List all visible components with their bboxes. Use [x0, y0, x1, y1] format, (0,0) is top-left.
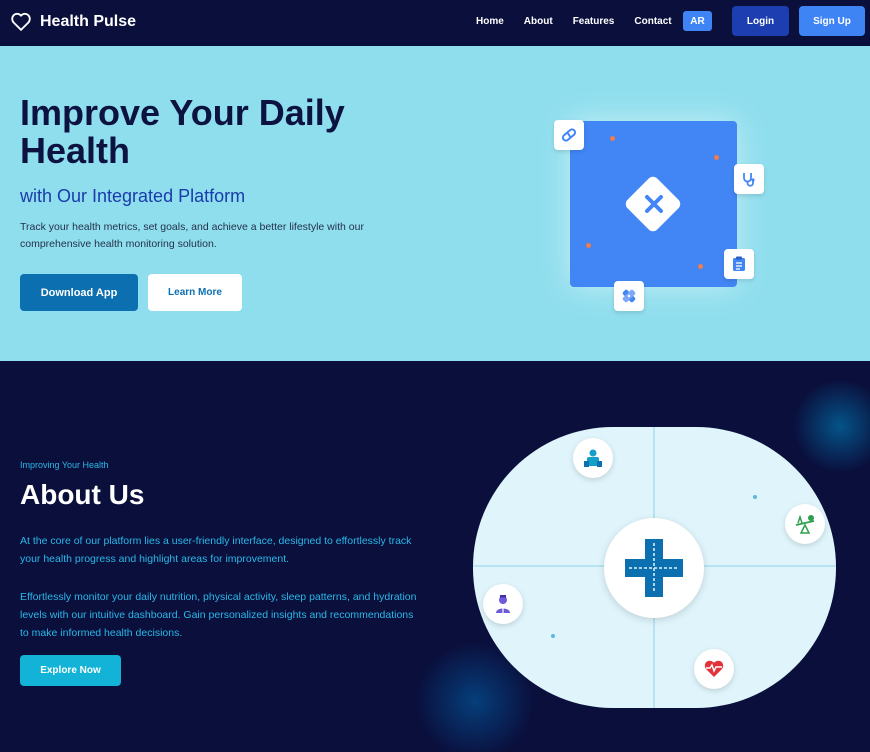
decor-dot	[714, 155, 719, 160]
brand-logo[interactable]: Health Pulse	[10, 11, 136, 33]
learn-more-button[interactable]: Learn More	[148, 274, 242, 311]
hero-title: Improve Your Daily Health	[20, 92, 345, 171]
about-section: Improving Your Health About Us At the co…	[0, 361, 870, 752]
clipboard-icon	[724, 249, 754, 279]
decor-dot	[586, 243, 591, 248]
login-button[interactable]: Login	[732, 6, 789, 36]
about-paragraph-2: Effortlessly monitor your daily nutritio…	[20, 591, 417, 639]
medical-x-icon	[639, 189, 669, 219]
about-paragraph-1: At the core of our platform lies a user-…	[20, 535, 412, 565]
decor-dot	[753, 495, 757, 499]
doctor-icon	[483, 584, 523, 624]
heart-outline-icon	[11, 12, 31, 32]
heartbeat-icon	[694, 649, 734, 689]
hero-subtitle: with Our Integrated Platform	[20, 186, 246, 206]
nav-links: Home About Features Contact	[476, 16, 692, 27]
hero-illustration-card	[570, 121, 737, 287]
nav-link-about[interactable]: About	[524, 16, 553, 27]
healthcare-worker-icon	[573, 438, 613, 478]
download-app-button[interactable]: Download App	[20, 274, 138, 311]
about-title: About Us	[20, 479, 145, 510]
nav-link-contact[interactable]: Contact	[634, 16, 671, 27]
bandage-icon	[614, 281, 644, 311]
nav-link-features[interactable]: Features	[573, 16, 615, 27]
decor-dot	[551, 634, 555, 638]
explore-now-button[interactable]: Explore Now	[20, 655, 121, 686]
hero-section: Improve Your Daily Health with Our Integ…	[0, 46, 870, 361]
pill-icon	[554, 120, 584, 150]
decor-dot	[698, 264, 703, 269]
health-cross-icon	[604, 518, 704, 618]
balance-nutrition-icon	[785, 504, 825, 544]
brand-name: Health Pulse	[40, 13, 137, 30]
nav-link-home[interactable]: Home	[476, 16, 504, 27]
about-kicker: Improving Your Health	[20, 460, 109, 470]
stethoscope-icon	[734, 164, 764, 194]
navbar: Health Pulse Home About Features Contact…	[0, 0, 870, 46]
decor-dot	[610, 136, 615, 141]
language-toggle-button[interactable]: AR	[683, 11, 712, 31]
signup-button[interactable]: Sign Up	[799, 6, 865, 36]
decor-glow	[790, 381, 870, 471]
hero-description: Track your health metrics, set goals, an…	[20, 221, 364, 250]
